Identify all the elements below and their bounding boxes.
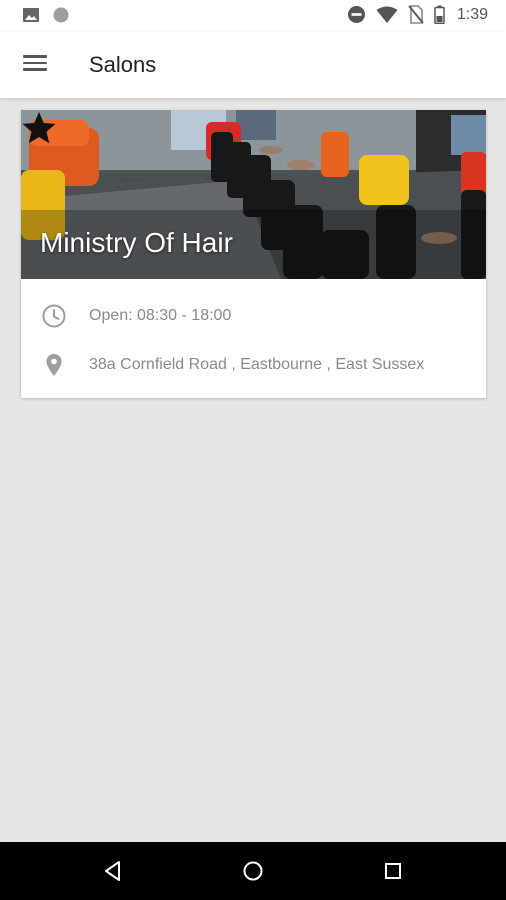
wifi-icon	[376, 6, 398, 23]
battery-icon	[434, 5, 445, 24]
salon-address: 38a Cornfield Road , Eastbourne , East S…	[89, 356, 425, 373]
opening-hours: Open: 08:30 - 18:00	[89, 307, 232, 324]
clock-icon	[42, 304, 66, 328]
navigation-bar	[0, 842, 506, 900]
image-icon	[23, 8, 39, 22]
salon-photo: Ministry Of Hair	[21, 110, 486, 279]
address-row: 38a Cornfield Road , Eastbourne , East S…	[21, 345, 486, 385]
page-title: Salons	[89, 52, 157, 77]
star-icon[interactable]	[21, 110, 57, 146]
status-bar-left	[22, 6, 70, 24]
do-not-disturb-icon	[347, 6, 365, 23]
recents-icon[interactable]	[378, 856, 408, 886]
no-sim-icon	[408, 5, 424, 24]
salon-card[interactable]: Ministry Of Hair Open: 08:30 - 18:00 38a…	[21, 110, 486, 398]
status-bar: 1:39	[0, 0, 506, 32]
hours-row: Open: 08:30 - 18:00	[21, 296, 486, 336]
status-time: 1:39	[456, 5, 488, 23]
circle-icon	[53, 7, 69, 23]
location-pin-icon	[46, 354, 62, 376]
back-icon[interactable]	[98, 856, 128, 886]
home-icon[interactable]	[238, 856, 268, 886]
status-bar-right: 1:39	[347, 5, 488, 24]
salon-name: Ministry Of Hair	[40, 227, 233, 258]
hamburger-menu-icon[interactable]	[20, 52, 50, 78]
app-bar: Salons	[0, 32, 506, 99]
